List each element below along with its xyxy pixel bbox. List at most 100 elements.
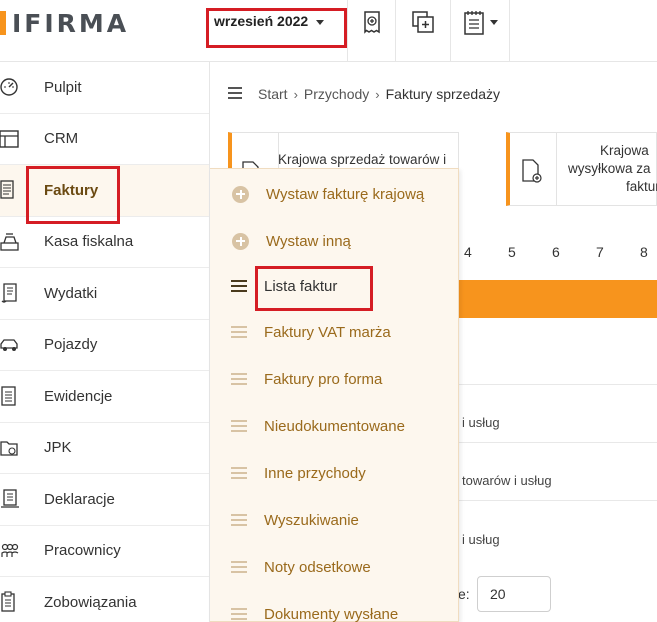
notepad-dropdown-button[interactable] (450, 0, 510, 62)
submenu-item-faktury-pro-forma[interactable]: Faktury pro forma (210, 359, 459, 399)
sidebar-item-label: JPK (44, 439, 72, 457)
employees-icon (1, 543, 19, 557)
pager-number[interactable]: 8 (640, 244, 648, 260)
highlight-faktury (26, 166, 120, 224)
table-header-band (458, 280, 657, 318)
receipt-add-icon (363, 11, 380, 34)
chevron-right-icon: › (293, 86, 298, 102)
list-icon (231, 420, 247, 432)
car-icon (0, 339, 18, 351)
plus-circle-icon (232, 185, 249, 203)
receipt-add-button[interactable] (347, 0, 395, 62)
chevron-right-icon: › (375, 86, 380, 102)
submenu-item-label: Faktury pro forma (264, 370, 383, 388)
sidebar-item-ewidencje[interactable]: Ewidencje (0, 371, 209, 423)
crm-icon (0, 130, 19, 148)
menu-toggle-icon[interactable] (228, 86, 242, 102)
submenu-item-label: Inne przychody (264, 464, 366, 482)
card-text: Krajowa sprzedaż towarów i (278, 152, 447, 167)
submenu-item-label: Noty odsetkowe (264, 558, 371, 576)
table-row[interactable]: i usług (462, 415, 500, 430)
sidebar-item-wydatki[interactable]: Wydatki (0, 268, 209, 320)
submenu-item-label: Faktury VAT marża (264, 323, 391, 341)
submenu-item-label: Wystaw fakturę krajową (266, 185, 425, 203)
logo[interactable]: IFIRMA (0, 8, 129, 38)
submenu-item-wyszukiwanie[interactable]: Wyszukiwanie (210, 500, 459, 540)
list-icon (231, 280, 247, 292)
pager-number[interactable]: 7 (596, 244, 604, 260)
sidebar-item-label: Deklaracje (44, 490, 115, 508)
sidebar-item-label: Pulpit (44, 78, 82, 96)
card-text: Krajowa (600, 143, 649, 158)
sidebar-item-label: Zobowiązania (44, 593, 137, 611)
submenu-item-inne-przychody[interactable]: Inne przychody (210, 453, 459, 493)
list-icon (231, 608, 247, 620)
ledger-icon (1, 386, 16, 406)
pager-number[interactable]: 6 (552, 244, 560, 260)
breadcrumb: Start › Przychody › Faktury sprzedaży (228, 86, 500, 102)
per-page-label: e: (458, 586, 470, 602)
sidebar-item-kasa-fiskalna[interactable]: Kasa fiskalna (0, 217, 209, 268)
sidebar-item-jpk[interactable]: JPK (0, 423, 209, 474)
notepad-icon (463, 11, 484, 35)
sidebar-item-pojazdy[interactable]: Pojazdy (0, 320, 209, 371)
row-divider (458, 500, 657, 501)
gauge-icon (0, 78, 18, 96)
sidebar: Pulpit CRM Faktury Kasa fiskalna Wydatki… (0, 62, 210, 622)
submenu-item-label: Dokumenty wysłane (264, 605, 399, 622)
sidebar-item-label: Kasa fiskalna (44, 233, 134, 251)
document-add-icon (522, 159, 542, 183)
duplicate-add-icon (412, 11, 434, 33)
list-icon (231, 561, 247, 573)
list-icon (231, 326, 247, 338)
receipt-icon (1, 283, 17, 303)
pager-number[interactable]: 5 (508, 244, 516, 260)
list-icon (231, 514, 247, 526)
submenu-item-wystaw-fakture-krajowa[interactable]: Wystaw fakturę krajową (210, 174, 459, 214)
sidebar-item-label: CRM (44, 130, 79, 148)
jpk-folder-icon (0, 441, 18, 456)
per-page-input[interactable]: 20 (477, 576, 551, 612)
card-text: wysyłkowa za (568, 161, 651, 176)
caret-down-icon (489, 20, 498, 25)
sidebar-item-label: Pracownicy (44, 542, 121, 560)
table-row[interactable]: i usług (462, 532, 500, 547)
list-icon (231, 467, 247, 479)
plus-circle-icon (232, 232, 249, 250)
sidebar-item-deklaracje[interactable]: Deklaracje (0, 474, 209, 526)
submenu-item-noty-odsetkowe[interactable]: Noty odsetkowe (210, 547, 459, 587)
cash-register-icon (0, 233, 19, 251)
sidebar-item-pulpit[interactable]: Pulpit (0, 62, 209, 114)
submenu-item-wystaw-inna[interactable]: Wystaw inną (210, 221, 459, 261)
row-divider (458, 442, 657, 443)
faktury-submenu: Wystaw fakturę krajową Wystaw inną Lista… (210, 168, 459, 622)
pager-number[interactable]: 4 (464, 244, 472, 260)
sidebar-item-pracownicy[interactable]: Pracownicy (0, 526, 209, 577)
submenu-item-label: Wyszukiwanie (264, 511, 359, 529)
invoice-icon (0, 180, 14, 199)
submenu-item-nieudokumentowane[interactable]: Nieudokumentowane (210, 406, 459, 446)
duplicate-add-button[interactable] (395, 0, 450, 62)
submenu-item-dokumenty-wyslane[interactable]: Dokumenty wysłane (210, 594, 459, 622)
sidebar-item-label: Wydatki (44, 284, 98, 302)
highlight-month (206, 8, 347, 48)
logo-text: IFIRMA (12, 8, 130, 38)
breadcrumb-current: Faktury sprzedaży (385, 86, 500, 102)
card-mail-order-sales[interactable]: Krajowa wysyłkowa za faktur (506, 132, 657, 206)
sidebar-item-label: Ewidencje (44, 387, 113, 405)
submenu-item-faktury-vat-marza[interactable]: Faktury VAT marża (210, 312, 459, 352)
logo-accent (0, 11, 6, 35)
declaration-icon (1, 489, 19, 508)
card-text: faktur (626, 179, 657, 194)
sidebar-item-zobowiazania[interactable]: Zobowiązania (0, 577, 209, 622)
sidebar-item-crm[interactable]: CRM (0, 114, 209, 165)
list-icon (231, 373, 247, 385)
breadcrumb-przychody[interactable]: Przychody (304, 86, 369, 102)
sidebar-item-label: Pojazdy (44, 336, 98, 354)
table-row[interactable]: towarów i usług (462, 473, 552, 488)
row-divider (458, 384, 657, 385)
obligations-icon (1, 591, 15, 612)
top-bar: IFIRMA wrzesień 2022 (0, 0, 657, 62)
submenu-item-label: Wystaw inną (266, 232, 351, 250)
breadcrumb-start[interactable]: Start (258, 86, 288, 102)
